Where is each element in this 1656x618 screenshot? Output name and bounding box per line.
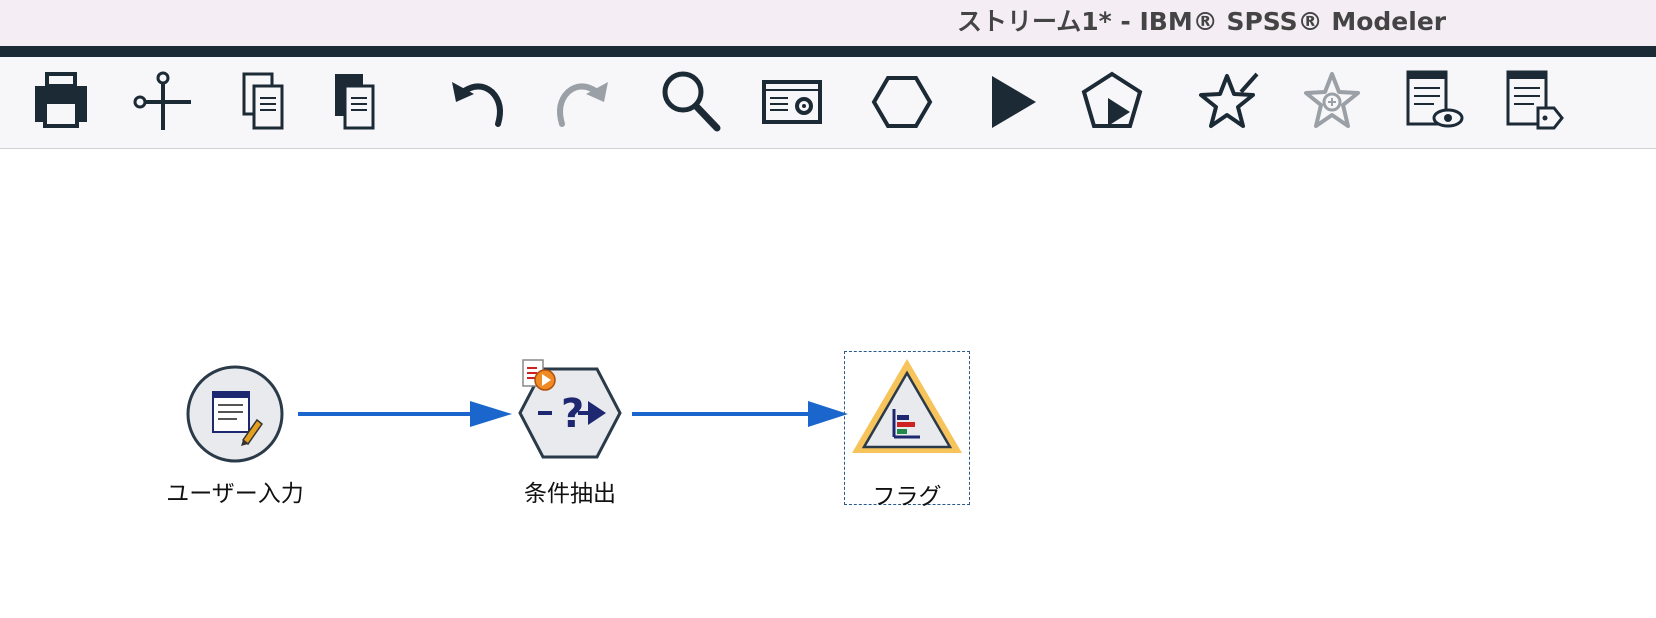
node-label-select: 条件抽出 bbox=[524, 481, 616, 507]
annotation-button[interactable] bbox=[1498, 66, 1570, 138]
star-zoom-icon bbox=[1304, 72, 1360, 128]
annotation-icon bbox=[1506, 70, 1564, 130]
run-selection-button[interactable] bbox=[1076, 66, 1148, 138]
preview-icon bbox=[1406, 70, 1464, 128]
find-button[interactable] bbox=[655, 66, 727, 138]
redo-icon bbox=[557, 82, 608, 127]
titlebar-divider bbox=[0, 46, 1656, 57]
flag-node-icon bbox=[852, 359, 962, 453]
node-cache-badge bbox=[521, 358, 557, 394]
node-user-input[interactable] bbox=[185, 364, 285, 464]
node-label-user-input: ユーザー入力 bbox=[166, 481, 304, 507]
stream-properties-icon bbox=[762, 80, 822, 124]
undo-icon bbox=[452, 82, 503, 127]
user-input-node-icon bbox=[186, 365, 284, 463]
stream-properties-button[interactable] bbox=[756, 66, 828, 138]
arrowhead-2 bbox=[808, 401, 848, 427]
copy-icon bbox=[242, 72, 284, 130]
arrowhead-1 bbox=[470, 401, 512, 427]
node-flag[interactable] bbox=[846, 353, 968, 461]
hexagon-icon bbox=[871, 76, 933, 128]
star-edit-icon bbox=[1199, 72, 1259, 128]
paste-icon bbox=[335, 74, 375, 130]
node-label-flag: フラグ bbox=[872, 484, 942, 510]
preview-button[interactable] bbox=[1398, 66, 1470, 138]
run-selection-icon bbox=[1081, 71, 1143, 128]
redo-button[interactable] bbox=[546, 66, 618, 138]
play-icon bbox=[992, 76, 1036, 128]
scissors-icon bbox=[133, 71, 191, 130]
printer-icon bbox=[35, 72, 87, 128]
window-title: ストリーム1* - IBM® SPSS® Modeler bbox=[957, 7, 1447, 36]
paste-button[interactable] bbox=[319, 66, 391, 138]
script-badge-icon bbox=[522, 359, 556, 391]
print-button[interactable] bbox=[25, 66, 97, 138]
cut-button[interactable] bbox=[127, 66, 199, 138]
stream-canvas[interactable]: ユーザー入力 ? 条件抽出 フラグ bbox=[0, 149, 1656, 618]
main-toolbar bbox=[0, 57, 1656, 149]
supernode-button[interactable] bbox=[866, 66, 938, 138]
window-titlebar: ストリーム1* - IBM® SPSS® Modeler bbox=[0, 0, 1656, 46]
search-icon bbox=[662, 71, 721, 132]
zoom-supernode-button[interactable] bbox=[1296, 66, 1368, 138]
undo-button[interactable] bbox=[442, 66, 514, 138]
run-button[interactable] bbox=[976, 66, 1048, 138]
copy-button[interactable] bbox=[228, 66, 300, 138]
favorites-button[interactable] bbox=[1195, 66, 1267, 138]
